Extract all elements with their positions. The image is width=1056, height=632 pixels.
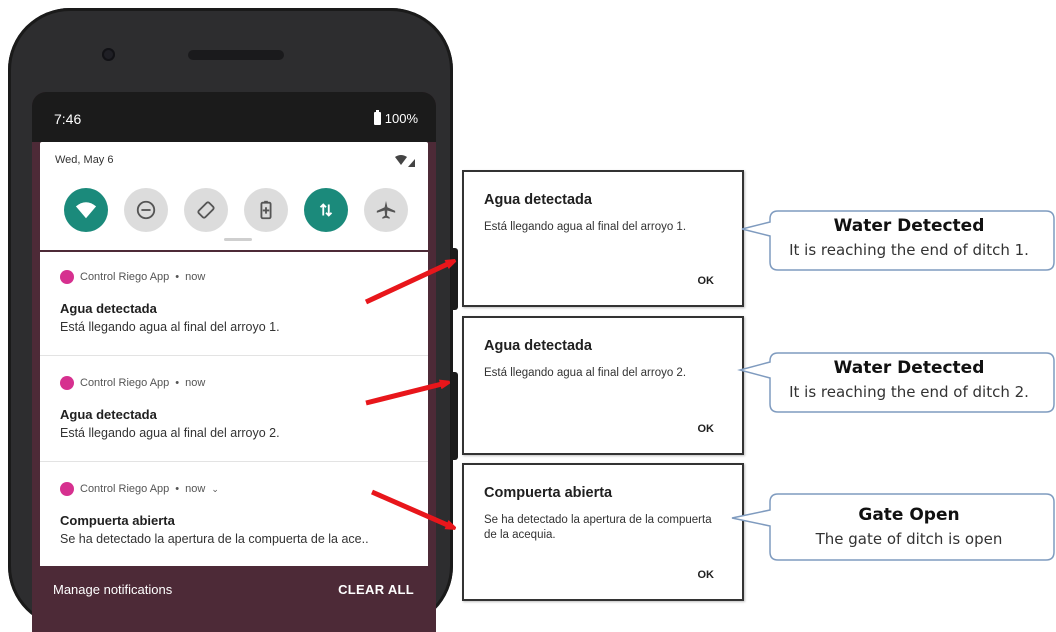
app-icon <box>60 376 74 390</box>
do-not-disturb-icon <box>136 200 156 220</box>
volume-button <box>451 372 458 460</box>
dialog-title: Compuerta abierta <box>484 485 613 501</box>
dialog-message: Está llegando agua al final del arroyo 2… <box>484 367 687 379</box>
callout-title: Gate Open <box>858 505 960 525</box>
callout-title: Water Detected <box>833 358 985 378</box>
app-icon <box>60 482 74 496</box>
separator-dot: • <box>175 271 180 283</box>
battery-level: 100% <box>384 111 418 126</box>
battery-saver-toggle[interactable] <box>244 188 288 232</box>
front-camera <box>102 48 115 61</box>
notification-footer: Manage notifications CLEAR ALL <box>40 566 428 612</box>
airplane-icon <box>376 200 396 219</box>
ok-button[interactable]: OK <box>698 423 715 435</box>
notification-time: now <box>185 377 206 389</box>
dialog-gate-open: Compuerta abierta Se ha detectado la ape… <box>462 463 744 601</box>
notification-item[interactable]: Control Riego App • now Agua detectada E… <box>40 252 428 356</box>
callout-text-1: Water Detected It is reaching the end of… <box>766 216 1052 259</box>
status-battery: 100% <box>373 110 418 126</box>
data-arrows-icon <box>319 203 333 217</box>
callout-subtitle: The gate of ditch is open <box>815 530 1003 548</box>
notification-title: Compuerta abierta <box>60 513 175 528</box>
callout-subtitle: It is reaching the end of ditch 2. <box>789 383 1029 401</box>
dialog-message: Está llegando agua al final del arroyo 1… <box>484 221 687 233</box>
ok-button[interactable]: OK <box>698 569 715 581</box>
phone-frame: 7:46 100% Wed, May 6 Control Riego App •… <box>8 8 453 632</box>
separator-dot: • <box>175 483 180 495</box>
airplane-mode-toggle[interactable] <box>364 188 408 232</box>
app-icon <box>60 270 74 284</box>
notification-title: Agua detectada <box>60 301 157 316</box>
clear-all-button[interactable]: CLEAR ALL <box>338 582 414 597</box>
callout-text-2: Water Detected It is reaching the end of… <box>766 358 1052 401</box>
notification-app-name: Control Riego App <box>80 271 170 283</box>
qs-date: Wed, May 6 <box>55 154 114 166</box>
wifi-toggle[interactable] <box>64 188 108 232</box>
notification-app-name: Control Riego App <box>80 377 170 389</box>
chevron-down-icon[interactable]: ⌄ <box>211 484 219 495</box>
notification-body: Se ha detectado la apertura de la compue… <box>60 532 369 546</box>
earpiece-speaker <box>188 50 284 60</box>
notification-item[interactable]: Control Riego App • now Agua detectada E… <box>40 358 428 462</box>
dnd-toggle[interactable] <box>124 188 168 232</box>
status-time: 7:46 <box>54 111 82 127</box>
notification-time: now <box>185 483 206 495</box>
notification-body: Está llegando agua al final del arroyo 2… <box>60 426 280 440</box>
power-button <box>451 248 458 310</box>
notification-title: Agua detectada <box>60 407 157 422</box>
status-bar: 7:46 100% <box>32 92 436 142</box>
auto-rotate-toggle[interactable] <box>184 188 228 232</box>
wifi-icon <box>75 202 97 219</box>
notification-time: now <box>185 271 206 283</box>
qs-expand-handle[interactable] <box>224 238 252 241</box>
dialog-title: Agua detectada <box>484 192 592 208</box>
notification-body: Está llegando agua al final del arroyo 1… <box>60 320 280 334</box>
callout-title: Water Detected <box>833 216 985 236</box>
dialog-water-detected-1: Agua detectada Está llegando agua al fin… <box>462 170 744 307</box>
mobile-data-toggle[interactable] <box>304 188 348 232</box>
dialog-title: Agua detectada <box>484 338 592 354</box>
callout-subtitle: It is reaching the end of ditch 1. <box>789 241 1029 259</box>
ok-button[interactable]: OK <box>698 275 715 287</box>
notification-list: Control Riego App • now Agua detectada E… <box>40 252 428 566</box>
rotate-icon <box>197 201 215 219</box>
signal-wifi-icon <box>395 155 415 167</box>
phone-screen: 7:46 100% Wed, May 6 Control Riego App •… <box>32 92 436 632</box>
battery-saver-icon <box>260 200 272 220</box>
separator-dot: • <box>175 377 180 389</box>
callout-text-3: Gate Open The gate of ditch is open <box>766 505 1052 548</box>
quick-settings-panel: Wed, May 6 <box>40 142 428 250</box>
manage-notifications-button[interactable]: Manage notifications <box>53 582 172 597</box>
notification-item[interactable]: Control Riego App • now ⌄ Compuerta abie… <box>40 464 428 568</box>
dialog-water-detected-2: Agua detectada Está llegando agua al fin… <box>462 316 744 455</box>
battery-icon <box>373 110 381 125</box>
dialog-message: Se ha detectado la apertura de la compue… <box>484 514 712 541</box>
notification-app-name: Control Riego App <box>80 483 170 495</box>
